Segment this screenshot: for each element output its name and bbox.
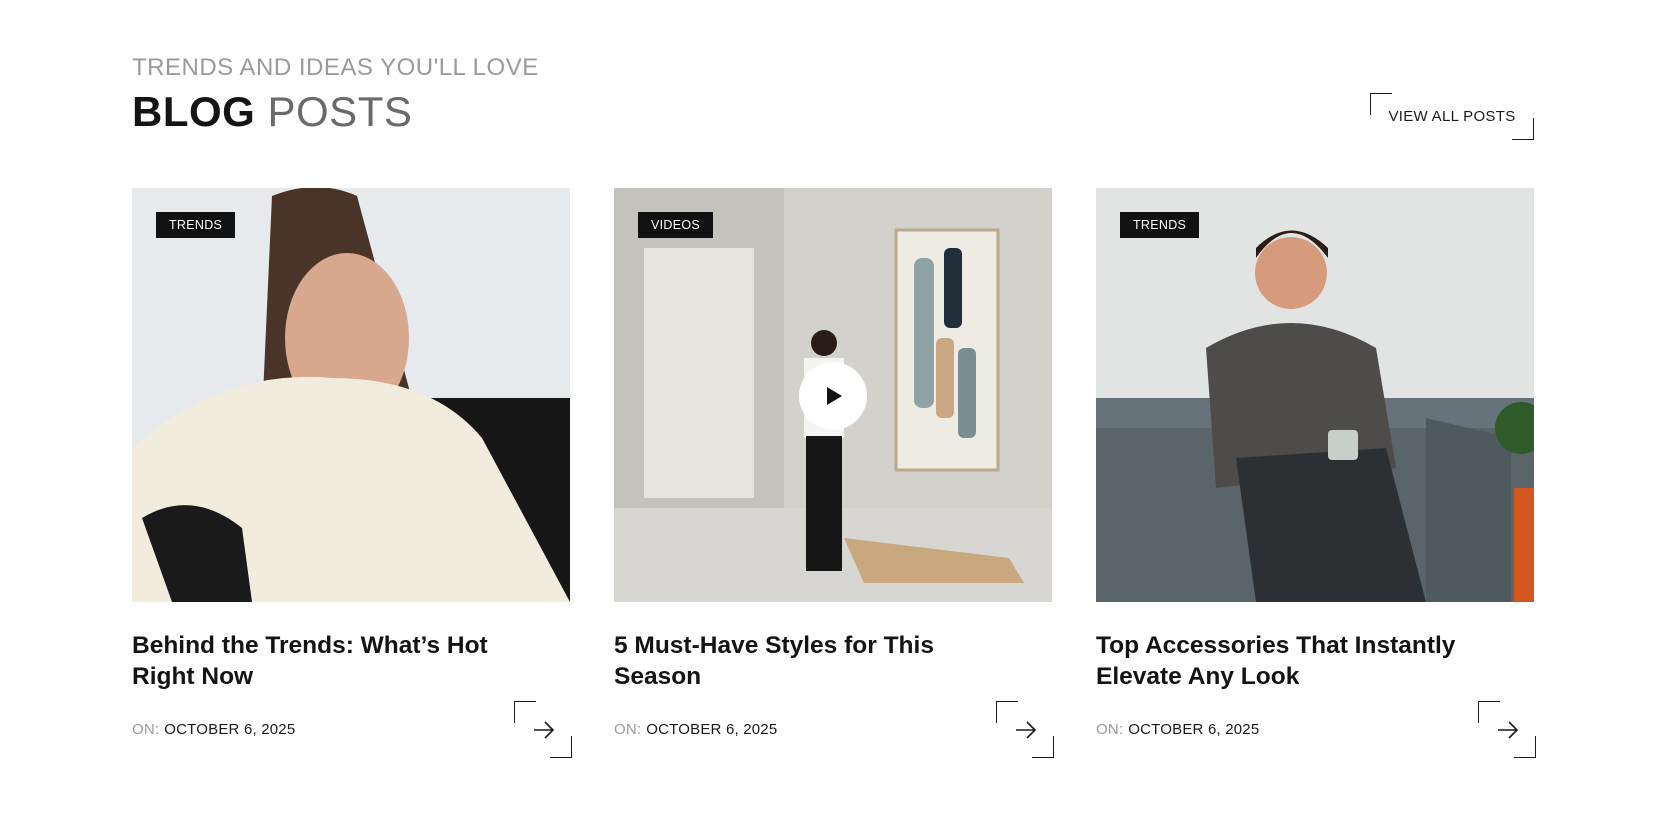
corner-decoration-bottom-right xyxy=(550,736,572,758)
section-title-bold: BLOG xyxy=(132,88,256,135)
post-date: ON: OCTOBER 6, 2025 xyxy=(614,721,777,738)
post-image-illustration xyxy=(132,188,570,602)
section-title: BLOG POSTS xyxy=(132,88,412,136)
post-title[interactable]: Behind the Trends: What’s Hot Right Now xyxy=(132,630,532,692)
post-date-value: OCTOBER 6, 2025 xyxy=(1128,721,1260,738)
post-date: ON: OCTOBER 6, 2025 xyxy=(132,721,295,738)
post-image[interactable]: TRENDS xyxy=(1096,188,1534,602)
section-subtitle: TRENDS AND IDEAS YOU'LL LOVE xyxy=(132,54,539,81)
post-date-value: OCTOBER 6, 2025 xyxy=(164,721,296,738)
post-date-prefix: ON: xyxy=(1096,721,1124,738)
read-more-button[interactable] xyxy=(996,701,1054,758)
blog-post-card: TRENDS Top Accessories That Instantly El… xyxy=(1096,188,1536,758)
blog-post-card: VIDEOS 5 Must-Have Styles for This Seaso… xyxy=(614,188,1054,758)
corner-decoration-bottom-right xyxy=(1512,118,1534,140)
post-image[interactable]: VIDEOS xyxy=(614,188,1052,602)
category-badge[interactable]: TRENDS xyxy=(156,212,236,238)
category-badge[interactable]: VIDEOS xyxy=(638,212,714,238)
blog-post-card: TRENDS Behind the Trends: What’s Hot Rig… xyxy=(132,188,572,758)
read-more-button[interactable] xyxy=(514,701,572,758)
post-date-value: OCTOBER 6, 2025 xyxy=(646,721,778,738)
section-title-light: POSTS xyxy=(267,88,413,135)
corner-decoration-bottom-right xyxy=(1514,736,1536,758)
post-title[interactable]: Top Accessories That Instantly Elevate A… xyxy=(1096,630,1496,692)
post-date: ON: OCTOBER 6, 2025 xyxy=(1096,721,1259,738)
post-title[interactable]: 5 Must-Have Styles for This Season xyxy=(614,630,1014,692)
view-all-posts-button[interactable]: VIEW ALL POSTS xyxy=(1370,93,1534,140)
view-all-posts-label: VIEW ALL POSTS xyxy=(1388,108,1516,125)
post-date-prefix: ON: xyxy=(132,721,160,738)
play-video-button[interactable] xyxy=(799,362,867,430)
category-badge[interactable]: TRENDS xyxy=(1120,212,1200,238)
post-image[interactable]: TRENDS xyxy=(132,188,570,602)
post-image-illustration xyxy=(1096,188,1534,602)
post-date-prefix: ON: xyxy=(614,721,642,738)
read-more-button[interactable] xyxy=(1478,701,1536,758)
corner-decoration-top-left xyxy=(1370,93,1392,115)
corner-decoration-bottom-right xyxy=(1032,736,1054,758)
play-icon xyxy=(827,387,842,405)
